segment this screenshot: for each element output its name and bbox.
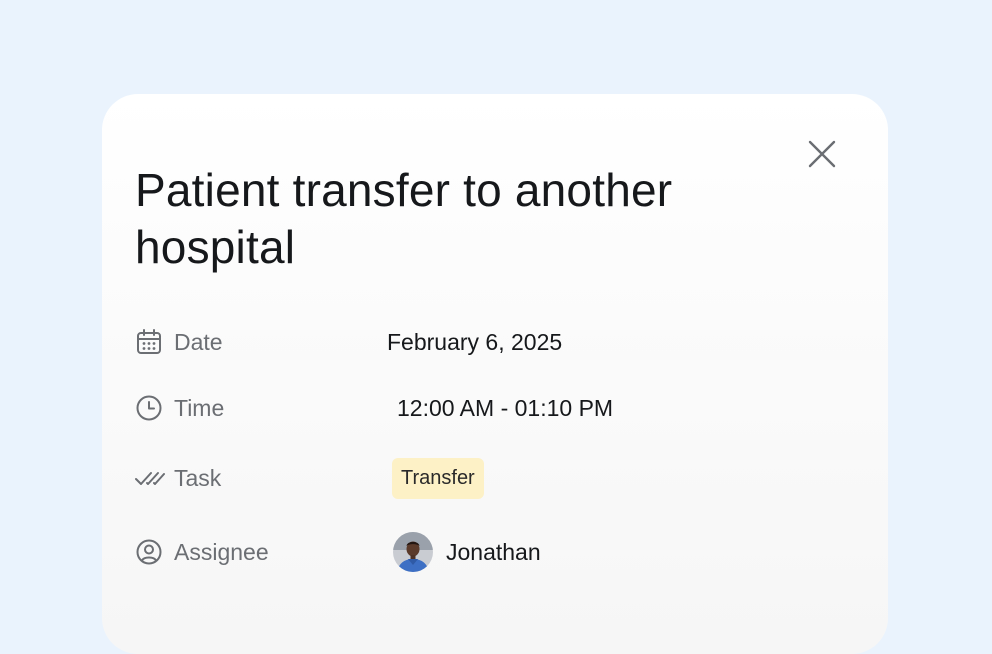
task-row: Task Transfer (135, 457, 848, 499)
task-title: Patient transfer to another hospital (135, 164, 673, 273)
date-value: February 6, 2025 (387, 328, 563, 355)
close-icon (808, 140, 836, 168)
assignee-row: Assignee Jonathan (135, 532, 848, 572)
avatar (393, 532, 433, 572)
user-circle-icon (135, 537, 165, 567)
task-type-badge: Transfer (392, 457, 484, 499)
time-label: Time (174, 394, 225, 421)
date-row: Date February 6, 2025 (135, 322, 848, 362)
double-check-icon (135, 463, 165, 493)
task-detail-card: Patient transfer to another hospital Dat (102, 94, 888, 654)
time-value: 12:00 AM - 01:10 PM (397, 394, 614, 421)
task-label: Task (174, 464, 222, 491)
assignee-name: Jonathan (446, 538, 541, 565)
clock-icon (135, 393, 165, 423)
time-row: Time 12:00 AM - 01:10 PM (135, 388, 848, 428)
date-label: Date (174, 328, 223, 355)
close-button[interactable] (806, 138, 838, 170)
assignee-label: Assignee (174, 538, 269, 565)
calendar-icon (135, 327, 165, 357)
